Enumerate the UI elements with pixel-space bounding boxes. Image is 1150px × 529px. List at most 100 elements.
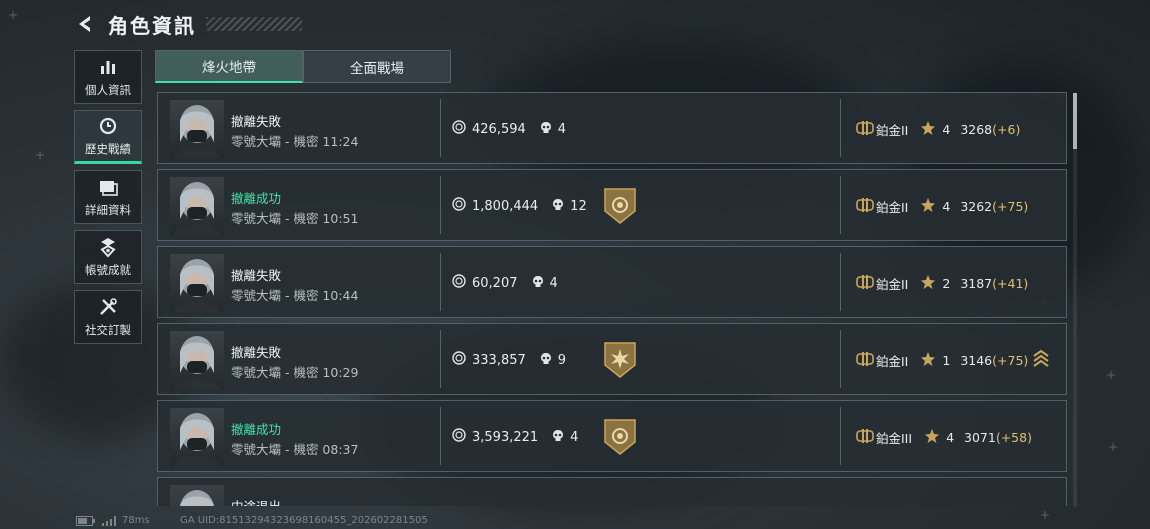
operator-avatar: [170, 331, 224, 389]
extraction-status: 撤離失敗: [231, 268, 282, 283]
mode-tabs: 烽火地帶 全面戰場: [155, 50, 451, 83]
rank-info: 鉑金II 4 3262 (+75): [856, 197, 1028, 216]
signal-icon: [102, 515, 116, 526]
loot-amount: 1,800,444: [472, 198, 539, 214]
scrollbar[interactable]: [1073, 93, 1077, 507]
rank-score: 3187: [960, 276, 993, 291]
coin-icon: [452, 428, 466, 446]
divider: [440, 253, 441, 311]
extraction-status: 中途退出: [231, 496, 281, 506]
header: 角色資訊: [74, 8, 302, 40]
match-row[interactable]: 撤離失敗零號大壩 - 機密 10:29 333,857 9 鉑金II 1 3146 (+75…: [157, 323, 1067, 395]
rank-stars: 4: [946, 430, 955, 445]
rank-score: 3262: [960, 199, 993, 214]
divider: [840, 99, 841, 157]
score-delta: (+58): [995, 430, 1032, 445]
coin-icon: [452, 120, 466, 138]
extraction-status: 撤離成功: [231, 191, 282, 206]
rank-emblem-icon: [856, 274, 874, 293]
map-info: 零號大壩 - 機密 08:37: [231, 442, 359, 457]
title-decoration: [206, 17, 302, 31]
match-row[interactable]: 撤離失敗零號大壩 - 機密 10:44 60,207 4 鉑金II 2 3187 (+41): [157, 246, 1067, 318]
scrollbar-thumb[interactable]: [1073, 93, 1077, 149]
divider: [840, 330, 841, 388]
loot-amount: 426,594: [472, 121, 526, 137]
match-row[interactable]: 撤離成功零號大壩 - 機密 10:51 1,800,444 12 鉑金II 4 3262(…: [157, 169, 1067, 241]
rank-info: 鉑金II 1 3146 (+75): [856, 351, 1028, 370]
coin-icon: [452, 351, 466, 369]
sidebar-item-details[interactable]: 詳細資料: [74, 170, 142, 224]
divider: [440, 176, 441, 234]
tab-warzone[interactable]: 烽火地帶: [155, 50, 303, 83]
loot-value: 333,857 9: [452, 351, 566, 369]
match-row[interactable]: 撤離成功 零號大壩 - 機密 08:37 3,593,221 4 鉑金III 4 3071(…: [157, 400, 1067, 472]
sidebar-item-label: 個人資訊: [85, 83, 131, 97]
sidebar-item-profile[interactable]: 個人資訊: [74, 50, 142, 104]
loot-value: 3,593,221 4: [452, 428, 578, 446]
divider: [840, 176, 841, 234]
rank-stars: 4: [942, 122, 951, 137]
operator-avatar: [170, 485, 224, 506]
rank-stars: 4: [942, 199, 951, 214]
kill-count: 4: [552, 429, 578, 446]
achievement-badge-icon[interactable]: [602, 418, 638, 456]
star-icon: [920, 274, 936, 293]
extraction-status: 撤離失敗: [231, 345, 282, 360]
score-delta: (+75): [992, 199, 1029, 214]
divider: [440, 99, 441, 157]
kill-count: 9: [540, 352, 566, 369]
footer-status: 78ms: [76, 515, 150, 526]
tab-battlefield[interactable]: 全面戰場: [303, 50, 451, 83]
rank-score: 3146: [960, 353, 993, 368]
achievement-badge-icon[interactable]: [602, 187, 638, 225]
kill-count: 12: [552, 198, 587, 215]
document-icon: [100, 181, 118, 196]
operator-avatar: [170, 100, 224, 158]
divider: [440, 330, 441, 388]
sidebar-item-label: 歷史戰績: [85, 142, 131, 156]
score-delta: (+75): [992, 353, 1029, 368]
loot-amount: 60,207: [472, 275, 518, 291]
match-row[interactable]: 撤離失敗 零號大壩 - 機密 11:24 426,594 4 鉑金II 4 3268 (+6): [157, 92, 1067, 164]
map-info: 零號大壩 - 機密 10:44: [231, 288, 359, 303]
skull-icon: [540, 121, 552, 138]
sidebar-item-history[interactable]: 歷史戰績: [74, 110, 142, 164]
battery-icon: [76, 515, 95, 526]
sidebar-item-social[interactable]: 社交訂製: [74, 290, 142, 344]
score-delta: (+41): [992, 276, 1029, 291]
star-icon: [920, 197, 936, 216]
rank-stars: 2: [942, 276, 951, 291]
skull-icon: [552, 198, 564, 215]
ping-text: 78ms: [122, 515, 150, 526]
rank-info: 鉑金III 4 3071 (+58): [856, 428, 1032, 447]
rank-emblem-icon: [856, 428, 874, 447]
kill-number: 12: [570, 198, 587, 214]
map-info: 零號大壩 - 機密 10:51: [231, 211, 359, 226]
clock-icon: [99, 117, 117, 135]
sidebar-item-label: 詳細資料: [85, 203, 131, 217]
match-history-list[interactable]: 撤離失敗 零號大壩 - 機密 11:24 426,594 4 鉑金II 4 3268 (+6)…: [155, 92, 1067, 506]
rank-tier: 鉑金II: [876, 277, 909, 292]
achievement-badge-icon[interactable]: [602, 341, 638, 379]
page-title: 角色資訊: [108, 13, 196, 38]
coin-icon: [452, 274, 466, 292]
sidebar-item-achievements[interactable]: 帳號成就: [74, 230, 142, 284]
kill-count: 4: [540, 121, 566, 138]
match-row[interactable]: 中途退出: [157, 477, 1067, 506]
star-icon: [920, 351, 936, 370]
loot-value: 60,207 4: [452, 274, 558, 292]
sidebar-item-label: 社交訂製: [85, 323, 131, 337]
back-arrow-icon[interactable]: [74, 13, 96, 35]
rank-score: 3071: [964, 430, 996, 445]
rank-emblem-icon: [856, 197, 874, 216]
rank-tier: 鉑金II: [876, 200, 909, 215]
rank-emblem-icon: [856, 120, 874, 139]
loot-value: 426,594 4: [452, 120, 566, 138]
operator-avatar: [170, 177, 224, 235]
divider: [440, 407, 441, 465]
score-delta: (+6): [992, 122, 1021, 137]
star-icon: [924, 428, 940, 447]
rank-tier: 鉑金II: [876, 354, 909, 369]
map-info: 零號大壩 - 機密 10:29: [231, 365, 359, 380]
tools-icon: [100, 298, 117, 315]
